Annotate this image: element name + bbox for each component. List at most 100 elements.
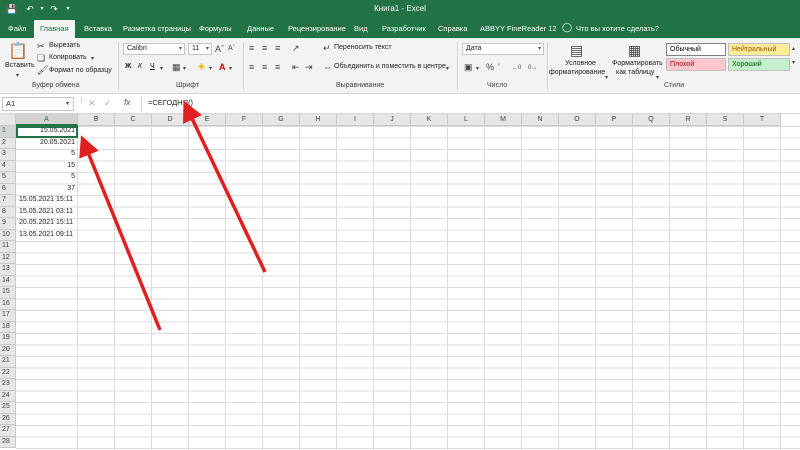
font-color-icon[interactable]: A	[219, 62, 226, 72]
format-painter-icon[interactable]: 🖌	[37, 65, 48, 75]
row-header-27[interactable]: 27	[0, 425, 16, 437]
paste-dropdown-icon[interactable]: ▾	[16, 71, 19, 81]
cell-a7[interactable]: 15.05.2021 15:11	[16, 195, 78, 207]
column-header-l[interactable]: L	[448, 114, 485, 126]
style-neutral[interactable]: Нейтральный	[728, 43, 790, 56]
tab-developer[interactable]: Разработчик	[382, 20, 426, 38]
copy-icon[interactable]: ❏	[37, 53, 45, 63]
merge-center-icon[interactable]: ⇔	[323, 62, 332, 72]
cancel-icon[interactable]: ✕	[88, 98, 96, 108]
increase-indent-icon[interactable]: ⇥	[305, 62, 313, 72]
paste-button[interactable]: Вставить	[5, 62, 35, 69]
column-header-k[interactable]: K	[411, 114, 448, 126]
decrease-font-icon[interactable]: Aˇ	[228, 44, 235, 54]
enter-icon[interactable]: ✓	[104, 98, 112, 108]
column-header-a[interactable]: A	[16, 114, 78, 126]
cell-a6[interactable]: 37	[16, 184, 78, 196]
tab-abbyy[interactable]: ABBYY FineReader 12	[480, 20, 557, 38]
underline-dropdown-icon[interactable]: ▾	[160, 64, 163, 74]
name-box-dropdown-icon[interactable]: ▾	[66, 99, 69, 109]
row-header-22[interactable]: 22	[0, 367, 16, 379]
currency-icon[interactable]: ▣	[464, 62, 473, 72]
align-left-icon[interactable]: ≡	[249, 62, 254, 72]
row-header-9[interactable]: 9	[0, 218, 16, 230]
row-header-7[interactable]: 7	[0, 195, 16, 207]
row-header-5[interactable]: 5	[0, 172, 16, 184]
italic-button[interactable]: К	[138, 63, 142, 70]
row-header-3[interactable]: 3	[0, 149, 16, 161]
cell-a5[interactable]: 5	[16, 172, 78, 184]
increase-font-icon[interactable]: Aˆ	[215, 44, 224, 54]
percent-icon[interactable]: %	[486, 62, 494, 72]
row-header-25[interactable]: 25	[0, 402, 16, 414]
tab-file[interactable]: Файл	[8, 20, 26, 38]
row-header-17[interactable]: 17	[0, 310, 16, 322]
cell-a10[interactable]: 13.05.2021 09:11	[16, 230, 78, 242]
tab-data[interactable]: Данные	[247, 20, 274, 38]
cell-a9[interactable]: 20.05.2021 15:11	[16, 218, 78, 230]
column-header-n[interactable]: N	[522, 114, 559, 126]
column-header-s[interactable]: S	[707, 114, 744, 126]
cell-a8[interactable]: 15.05.2021 03:11	[16, 207, 78, 219]
column-header-i[interactable]: I	[337, 114, 374, 126]
row-header-18[interactable]: 18	[0, 321, 16, 333]
align-right-icon[interactable]: ≡	[275, 62, 280, 72]
styles-more-icon[interactable]: ▾	[792, 58, 795, 68]
number-format-select[interactable]: Дата ▾	[462, 43, 544, 55]
column-header-t[interactable]: T	[744, 114, 781, 126]
column-header-d[interactable]: D	[152, 114, 189, 126]
format-as-table-button[interactable]: Форматировать	[612, 60, 663, 67]
borders-dropdown-icon[interactable]: ▾	[183, 64, 186, 74]
column-header-q[interactable]: Q	[633, 114, 670, 126]
tab-review[interactable]: Рецензирование	[288, 20, 346, 38]
cell-area[interactable]: 15.05.2021 20.05.2021 5 15 5 37 15.05.2021 15:…	[16, 126, 800, 450]
row-header-2[interactable]: 2	[0, 137, 16, 149]
cell-a3[interactable]: 5	[16, 149, 78, 161]
tab-help[interactable]: Справка	[438, 20, 467, 38]
style-normal[interactable]: Обычный	[666, 43, 726, 56]
style-bad[interactable]: Плохой	[666, 58, 726, 71]
formula-input[interactable]: =СЕГОДНЯ()	[148, 98, 193, 107]
column-header-c[interactable]: C	[115, 114, 152, 126]
select-all-button[interactable]	[0, 114, 16, 126]
bold-button[interactable]: Ж	[125, 63, 131, 70]
row-header-26[interactable]: 26	[0, 413, 16, 425]
cell-a4[interactable]: 15	[16, 161, 78, 173]
format-painter-button[interactable]: Формат по образцу	[49, 67, 112, 74]
orientation-icon[interactable]: ↗	[292, 43, 300, 53]
column-header-b[interactable]: B	[78, 114, 115, 126]
column-header-f[interactable]: F	[226, 114, 263, 126]
column-header-p[interactable]: P	[596, 114, 633, 126]
tell-me-search[interactable]: Что вы хотите сделать?	[576, 20, 659, 38]
tab-page-layout[interactable]: Разметка страницы	[123, 20, 191, 38]
row-header-21[interactable]: 21	[0, 356, 16, 368]
name-box[interactable]: A1	[2, 97, 74, 111]
format-as-table-icon[interactable]: ▦	[628, 42, 641, 58]
row-header-19[interactable]: 19	[0, 333, 16, 345]
insert-function-icon[interactable]: fx	[124, 98, 130, 108]
tab-insert[interactable]: Вставка	[84, 20, 112, 38]
styles-scroll-up-icon[interactable]: ▴	[792, 44, 795, 54]
cell-a2[interactable]: 20.05.2021	[16, 138, 78, 150]
row-header-13[interactable]: 13	[0, 264, 16, 276]
lightbulb-icon[interactable]: ◯	[562, 22, 572, 32]
paste-icon[interactable]: 📋	[8, 42, 28, 62]
format-as-table-dropdown-icon[interactable]: ▾	[656, 73, 659, 83]
wrap-text-button[interactable]: Переносить текст	[334, 44, 392, 51]
thousands-icon[interactable]: ‘	[498, 62, 500, 72]
conditional-formatting-dropdown-icon[interactable]: ▾	[605, 73, 608, 83]
conditional-formatting-button[interactable]: Условное	[565, 60, 596, 67]
fill-color-icon[interactable]: ◈	[198, 61, 205, 71]
row-header-15[interactable]: 15	[0, 287, 16, 299]
row-header-12[interactable]: 12	[0, 252, 16, 264]
align-middle-icon[interactable]: ≡	[262, 43, 267, 53]
row-header-8[interactable]: 8	[0, 206, 16, 218]
fill-color-dropdown-icon[interactable]: ▾	[209, 64, 212, 74]
currency-dropdown-icon[interactable]: ▾	[476, 64, 479, 74]
row-header-14[interactable]: 14	[0, 275, 16, 287]
conditional-formatting-icon[interactable]: ▤	[570, 42, 583, 58]
row-header-16[interactable]: 16	[0, 298, 16, 310]
row-header-10[interactable]: 10	[0, 229, 16, 241]
column-header-h[interactable]: H	[300, 114, 337, 126]
column-header-m[interactable]: M	[485, 114, 522, 126]
